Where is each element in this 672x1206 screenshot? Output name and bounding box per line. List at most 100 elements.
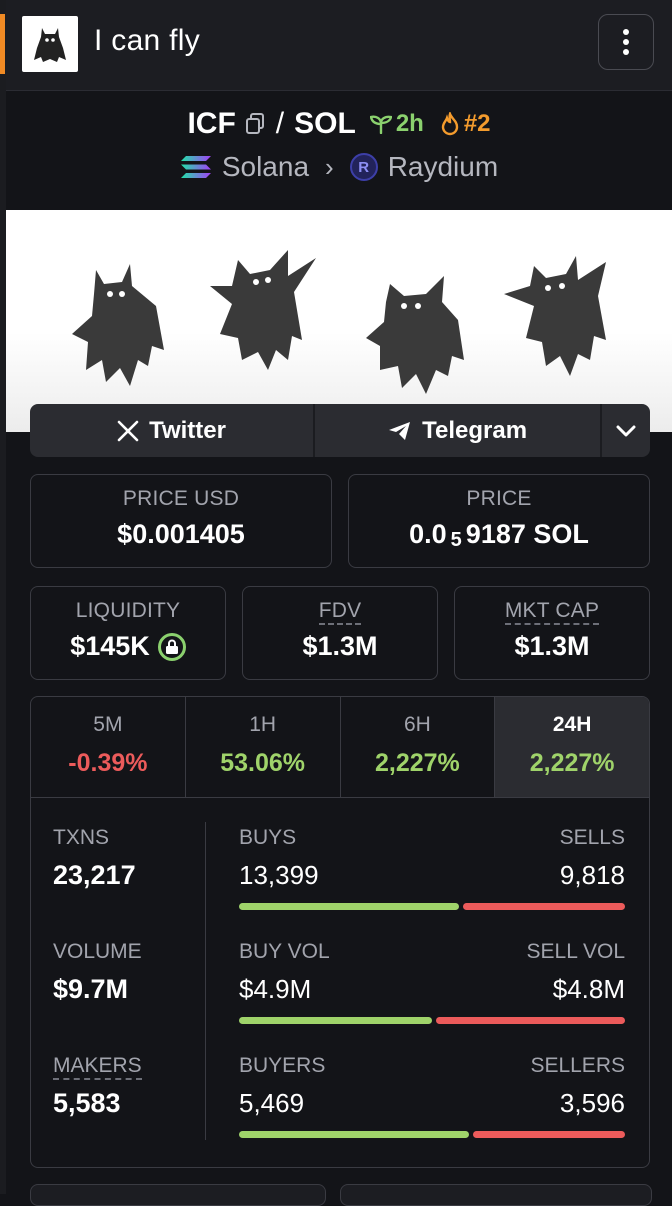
active-indicator	[0, 14, 5, 74]
sells-value: 9,818	[559, 860, 625, 890]
liquidity-label: LIQUIDITY	[75, 599, 181, 622]
buyers-sellers-row: BUYERS SELLERS 5,469 3,596	[239, 1054, 625, 1138]
telegram-link-button[interactable]: Telegram	[315, 404, 603, 457]
volume-value: $9.7M	[53, 974, 129, 1004]
pair-age: 2h	[395, 110, 424, 137]
buyers-value: 5,469	[239, 1088, 305, 1118]
chain-name[interactable]: Solana	[222, 151, 309, 183]
kebab-dot-icon	[623, 29, 629, 35]
kebab-dot-icon	[623, 49, 629, 55]
txns-stat: TXNS 23,217	[53, 826, 136, 891]
volume-stat: VOLUME $9.7M	[53, 940, 142, 1005]
market-cap-value: $1.3M	[514, 631, 590, 661]
pair-separator: /	[275, 107, 285, 140]
flame-icon	[441, 112, 459, 136]
buy-vol-value: $4.9M	[239, 974, 312, 1004]
buy-share-bar	[239, 1017, 432, 1024]
token-logo-icon	[34, 28, 66, 62]
price-change-value: -0.39%	[68, 749, 148, 777]
timeframe-tabs: 5M -0.39% 1H 53.06% 6H 2,227% 24H 2,227%	[31, 697, 649, 798]
price-change-value: 2,227%	[529, 749, 615, 777]
sell-vol-value: $4.8M	[552, 974, 625, 1004]
liquidity-card: LIQUIDITY $145K	[30, 586, 226, 680]
price-usd-card: PRICE USD $0.001405	[30, 474, 332, 568]
more-menu-button[interactable]	[598, 14, 654, 70]
txns-value: 23,217	[53, 860, 136, 890]
tab-24h[interactable]: 24H 2,227%	[495, 697, 649, 797]
tab-label: 6H	[403, 713, 431, 736]
price-native-prefix: 0.0	[409, 519, 447, 549]
tab-1h[interactable]: 1H 53.06%	[186, 697, 341, 797]
sellers-value: 3,596	[559, 1088, 625, 1118]
tab-5m[interactable]: 5M -0.39%	[31, 697, 186, 797]
tab-label: 5M	[93, 713, 123, 736]
buy-vol-label: BUY VOL	[239, 940, 330, 963]
makers-stat: MAKERS 5,583	[53, 1054, 142, 1119]
solana-icon	[180, 156, 211, 178]
price-change-value: 2,227%	[374, 749, 460, 777]
buys-value: 13,399	[239, 860, 319, 890]
price-usd-label: PRICE USD	[122, 487, 240, 510]
liquidity-value: $145K	[70, 631, 150, 661]
buys-sells-row: BUYS SELLS 13,399 9,818	[239, 826, 625, 910]
tab-label: 24H	[552, 713, 592, 736]
sell-share-bar	[473, 1131, 625, 1138]
market-cap-label[interactable]: MKT CAP	[504, 599, 600, 625]
dex-name[interactable]: Raydium	[388, 151, 498, 183]
kebab-dot-icon	[623, 39, 629, 45]
pair-info: ICF / SOL 2h #2 Solana › R Raydium	[6, 91, 672, 210]
lock-icon[interactable]	[157, 632, 186, 661]
token-name: I can fly	[94, 24, 201, 57]
price-change-value: 53.06%	[220, 749, 306, 777]
token-banner-image	[6, 210, 672, 432]
makers-label[interactable]: MAKERS	[53, 1054, 142, 1080]
top-bar: I can fly	[6, 0, 672, 91]
trading-stats-panel: 5M -0.39% 1H 53.06% 6H 2,227% 24H 2,227%…	[30, 696, 650, 1168]
x-logo-icon	[117, 420, 139, 441]
divider	[205, 822, 206, 1140]
stats-body: TXNS 23,217 VOLUME $9.7M MAKERS 5,583 BU…	[31, 798, 649, 1167]
tab-label: 1H	[249, 713, 277, 736]
token-logo	[22, 16, 78, 72]
sells-label: SELLS	[559, 826, 625, 849]
buy-sell-volume-bar	[239, 1017, 625, 1024]
fdv-label[interactable]: FDV	[318, 599, 362, 625]
chevron-down-icon	[616, 425, 636, 436]
telegram-label: Telegram	[422, 416, 528, 444]
buys-label: BUYS	[239, 826, 297, 849]
raydium-icon: R	[349, 153, 378, 181]
pair-age-badge: 2h	[369, 110, 424, 138]
price-native-value: 0.0 5 9187 SOL	[349, 519, 649, 551]
quote-symbol: SOL	[294, 107, 356, 140]
buys-sells-bar	[239, 903, 625, 910]
txns-label: TXNS	[53, 826, 110, 849]
twitter-link-button[interactable]: Twitter	[30, 404, 316, 457]
fdv-card: FDV $1.3M	[242, 586, 438, 680]
twitter-label: Twitter	[149, 416, 226, 444]
sell-vol-label: SELL VOL	[526, 940, 625, 963]
base-symbol: ICF	[187, 107, 236, 140]
trending-rank: #2	[463, 110, 491, 137]
next-card-left	[30, 1184, 326, 1206]
sellers-label: SELLERS	[530, 1054, 625, 1077]
volume-label: VOLUME	[53, 940, 142, 963]
price-native-label: PRICE	[466, 487, 532, 510]
price-native-zero-count: 5	[450, 529, 462, 551]
price-native-card: PRICE 0.0 5 9187 SOL	[348, 474, 650, 568]
price-native-rest: 9187 SOL	[465, 519, 589, 549]
chevron-right-icon: ›	[325, 151, 334, 182]
sprout-icon	[369, 115, 392, 134]
buyers-sellers-bar	[239, 1131, 625, 1138]
price-usd-value: $0.001405	[117, 519, 245, 549]
makers-value: 5,583	[53, 1088, 121, 1118]
more-links-dropdown[interactable]	[602, 404, 650, 457]
tab-6h[interactable]: 6H 2,227%	[341, 697, 496, 797]
buy-share-bar	[239, 903, 459, 910]
market-cap-card: MKT CAP $1.3M	[454, 586, 650, 680]
social-links: Twitter Telegram	[30, 404, 650, 457]
copy-icon[interactable]	[244, 112, 266, 136]
buy-share-bar	[239, 1131, 469, 1138]
sell-share-bar	[436, 1017, 625, 1024]
telegram-icon	[389, 421, 411, 440]
trending-rank-badge[interactable]: #2	[440, 110, 491, 138]
